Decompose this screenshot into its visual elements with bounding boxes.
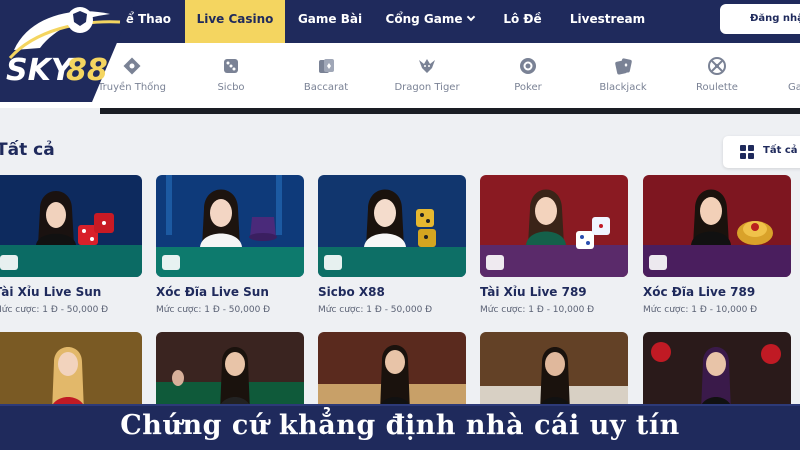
- chevron-down-icon: [467, 12, 476, 22]
- nav-cong-game[interactable]: Cổng Game: [380, 0, 480, 43]
- category-poker[interactable]: Poker: [483, 56, 573, 93]
- dragon-icon: [419, 59, 435, 73]
- caption-text: Chứng cứ khẳng định nhà cái uy tín: [120, 410, 680, 441]
- svg-text:88: 88: [66, 53, 108, 88]
- game-bet-range: Mức cược: 1 Đ - 10,000 Đ: [480, 305, 595, 315]
- category-blackjack[interactable]: Blackjack: [578, 56, 668, 93]
- dice-icon: [224, 59, 238, 73]
- provider-badge: [486, 255, 504, 270]
- game-card-thumbnail[interactable]: [480, 332, 628, 412]
- category-game[interactable]: Ga: [760, 56, 800, 93]
- divider: [100, 108, 800, 114]
- category-sicbo[interactable]: Sicbo: [186, 56, 276, 93]
- cards-icon: [319, 59, 334, 73]
- provider-badge: [324, 255, 342, 270]
- view-all-button[interactable]: Tất cả n: [723, 136, 800, 168]
- game-thumbnail: [318, 175, 466, 277]
- view-all-label: Tất cả n: [763, 145, 800, 156]
- game-name: Tài Xỉu Live 789: [480, 285, 587, 299]
- provider-badge: [162, 255, 180, 270]
- poker-chip-icon: [520, 58, 536, 74]
- nav-livestream[interactable]: Livestream: [565, 0, 650, 43]
- category-dragon-tiger[interactable]: Dragon Tiger: [382, 56, 472, 93]
- provider-badge: [649, 255, 667, 270]
- game-name: Tài Xỉu Live Sun: [0, 285, 102, 299]
- game-thumbnail: [480, 175, 628, 277]
- nav-live-casino[interactable]: Live Casino: [185, 0, 285, 43]
- game-bet-range: Mức cược: 1 Đ - 50,000 Đ: [318, 305, 433, 315]
- game-thumbnail: [643, 175, 791, 277]
- game-name: Xóc Đĩa Live Sun: [156, 285, 269, 299]
- game-name: Xóc Đĩa Live 789: [643, 285, 756, 299]
- game-card-thumbnail[interactable]: [318, 332, 466, 412]
- game-card-thumbnail[interactable]: [156, 332, 304, 412]
- category-label: Dragon Tiger: [394, 82, 460, 93]
- game-bet-range: Mức cược: 1 Đ - 50,000 Đ: [156, 305, 271, 315]
- game-bet-range: Mức cược: 1 Đ - 10,000 Đ: [643, 305, 758, 315]
- game-card-thumbnail[interactable]: [643, 332, 791, 412]
- roulette-icon: [708, 57, 726, 75]
- section-title: Tất cả: [0, 140, 55, 160]
- category-label: Poker: [514, 82, 542, 93]
- nav-cong-game-label: Cổng Game: [385, 12, 463, 26]
- sky88-logo[interactable]: SKY 88: [0, 0, 135, 102]
- nav-lo-de[interactable]: Lô Đề: [490, 0, 555, 43]
- category-label: Blackjack: [599, 82, 647, 93]
- category-roulette[interactable]: Roulette: [672, 56, 762, 93]
- blackjack-icon: [615, 58, 632, 75]
- game-name: Sicbo X88: [318, 285, 385, 299]
- grid-icon: [740, 145, 754, 159]
- game-card-thumbnail[interactable]: [0, 332, 142, 412]
- provider-badge: [0, 255, 18, 270]
- nav-game-bai[interactable]: Game Bài: [290, 0, 370, 43]
- category-label: Sicbo: [217, 82, 245, 93]
- category-label: Baccarat: [303, 82, 349, 93]
- category-label: Roulette: [696, 82, 738, 93]
- category-label: Ga: [788, 82, 800, 93]
- category-baccarat[interactable]: Baccarat: [281, 56, 371, 93]
- login-button[interactable]: Đăng nhập: [720, 4, 800, 34]
- game-bet-range: Mức cược: 1 Đ - 50,000 Đ: [0, 305, 109, 315]
- caption-banner: Chứng cứ khẳng định nhà cái uy tín: [0, 404, 800, 450]
- game-thumbnail: [0, 175, 142, 277]
- game-thumbnail: [156, 175, 304, 277]
